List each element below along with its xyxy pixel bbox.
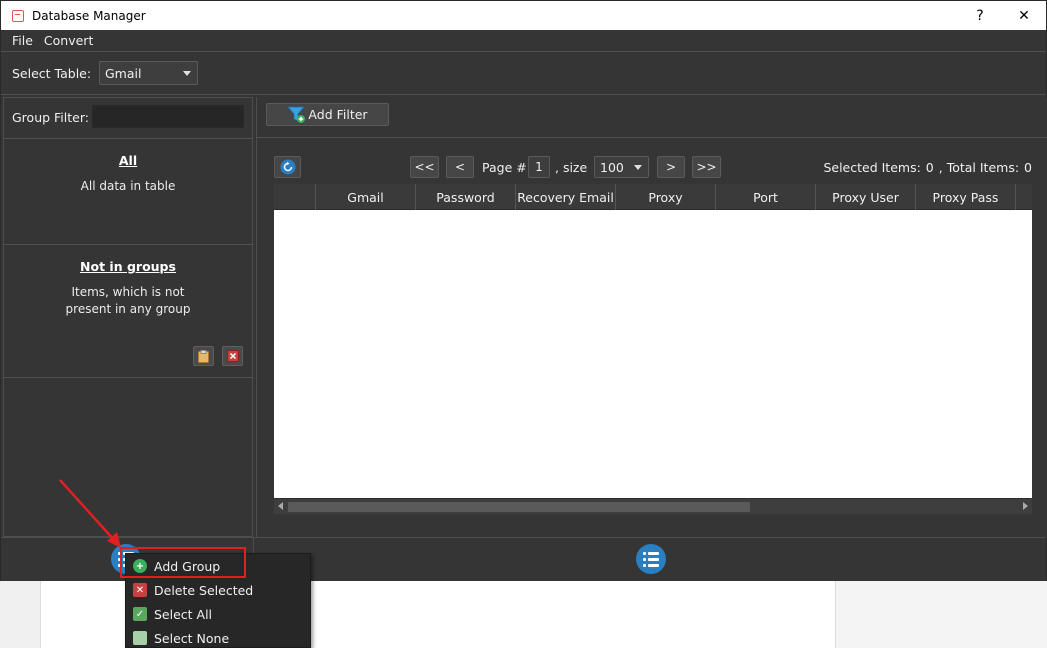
menu-item-delete-selected[interactable]: ✕ Delete Selected xyxy=(126,578,310,602)
menu-item-label: Delete Selected xyxy=(154,582,254,598)
total-items-value: 0 xyxy=(1024,160,1032,175)
filter-add-icon xyxy=(287,106,306,123)
list-icon-line xyxy=(643,557,659,561)
column-header-proxy[interactable]: Proxy xyxy=(616,184,716,210)
window-title: Database Manager xyxy=(32,8,146,23)
menu-item-label: Select None xyxy=(154,630,230,646)
column-header-recovery-email[interactable]: Recovery Email xyxy=(516,184,616,210)
group-description: Items, which is not present in any group xyxy=(4,284,252,318)
select-table-label: Select Table: xyxy=(12,65,92,81)
group-list-end-divider xyxy=(4,377,252,378)
toolbar-divider xyxy=(1,94,1046,95)
scrollbar-thumb[interactable] xyxy=(288,502,750,512)
page-number-input[interactable]: 1 xyxy=(528,156,550,178)
close-button[interactable]: ✕ xyxy=(1002,1,1046,30)
group-description: All data in table xyxy=(80,179,176,193)
background-strip xyxy=(836,580,1047,648)
group-description-line: Items, which is not xyxy=(71,285,185,299)
data-grid[interactable]: Gmail Password Recovery Email Proxy Port… xyxy=(274,184,1032,514)
grid-header: Gmail Password Recovery Email Proxy Port… xyxy=(274,184,1032,210)
help-button[interactable]: ? xyxy=(958,1,1002,30)
refresh-button[interactable] xyxy=(274,156,301,178)
group-filter-label: Group Filter: xyxy=(12,110,89,125)
group-card-all[interactable]: All All data in table xyxy=(4,138,252,244)
list-icon xyxy=(643,551,659,555)
menu-file[interactable]: File xyxy=(1,33,40,48)
delete-icon: ✕ xyxy=(133,583,147,597)
group-description-line: present in any group xyxy=(65,302,191,316)
title-bar: Database Manager ? ✕ xyxy=(1,1,1046,30)
page-label: Page # xyxy=(482,160,527,175)
column-header-password[interactable]: Password xyxy=(416,184,516,210)
groups-panel: Group Filter: All All data in table Not … xyxy=(3,97,253,537)
delete-icon xyxy=(226,350,239,362)
annotation-highlight-box xyxy=(120,547,246,578)
column-header-proxy-pass[interactable]: Proxy Pass xyxy=(916,184,1016,210)
menu-item-select-none[interactable]: Select None xyxy=(126,626,310,648)
selected-items-value: 0 xyxy=(925,160,934,175)
group-card-not-in-groups[interactable]: Not in groups Items, which is not presen… xyxy=(4,244,252,377)
refresh-icon xyxy=(280,159,295,175)
last-page-button[interactable]: >> xyxy=(692,156,721,178)
item-counts: Selected Items: 0 , Total Items: 0 xyxy=(823,160,1032,175)
scroll-right-icon[interactable] xyxy=(1023,502,1028,510)
menu-bar: File Convert xyxy=(1,30,1046,51)
list-icon-line xyxy=(643,563,659,567)
uncheck-icon xyxy=(133,631,147,645)
table-select-value: Gmail xyxy=(105,65,142,81)
menu-item-label: Select All xyxy=(154,606,213,622)
annotation-arrow-icon xyxy=(59,479,121,548)
group-title: All xyxy=(118,153,138,168)
database-manager-window: Database Manager ? ✕ File Convert Select… xyxy=(0,0,1047,582)
check-icon: ✓ xyxy=(133,607,147,621)
scroll-left-icon[interactable] xyxy=(278,502,283,510)
menu-item-select-all[interactable]: ✓ Select All xyxy=(126,602,310,626)
selected-items-label: Selected Items: xyxy=(823,160,921,175)
add-filter-button[interactable]: Add Filter xyxy=(266,103,389,126)
chevron-down-icon xyxy=(183,71,191,76)
group-filter-input[interactable] xyxy=(92,105,244,128)
total-items-label: , Total Items: xyxy=(938,160,1020,175)
column-header-port[interactable]: Port xyxy=(716,184,816,210)
prev-page-button[interactable]: < xyxy=(446,156,474,178)
group-delete-button[interactable] xyxy=(222,346,243,366)
column-header-select[interactable] xyxy=(274,184,316,210)
column-header-gmail[interactable]: Gmail xyxy=(316,184,416,210)
add-filter-label: Add Filter xyxy=(308,107,368,122)
group-title: Not in groups xyxy=(80,259,176,274)
data-panel: Add Filter << < Page # 1 , size 100 > >>… xyxy=(256,97,1047,537)
filter-divider xyxy=(257,137,1047,138)
next-page-button[interactable]: > xyxy=(657,156,685,178)
chevron-down-icon xyxy=(634,165,642,170)
column-header-proxy-user[interactable]: Proxy User xyxy=(816,184,916,210)
table-select-dropdown[interactable]: Gmail xyxy=(99,61,198,85)
page-size-value: 100 xyxy=(600,159,624,175)
menu-convert[interactable]: Convert xyxy=(40,33,100,48)
data-menu-button[interactable] xyxy=(636,544,666,574)
first-page-button[interactable]: << xyxy=(410,156,439,178)
size-label: , size xyxy=(555,160,588,175)
clipboard-icon xyxy=(198,349,209,363)
app-icon xyxy=(12,9,24,22)
page-size-dropdown[interactable]: 100 xyxy=(594,156,649,178)
horizontal-scrollbar[interactable] xyxy=(274,498,1032,514)
group-copy-button[interactable] xyxy=(193,346,214,366)
